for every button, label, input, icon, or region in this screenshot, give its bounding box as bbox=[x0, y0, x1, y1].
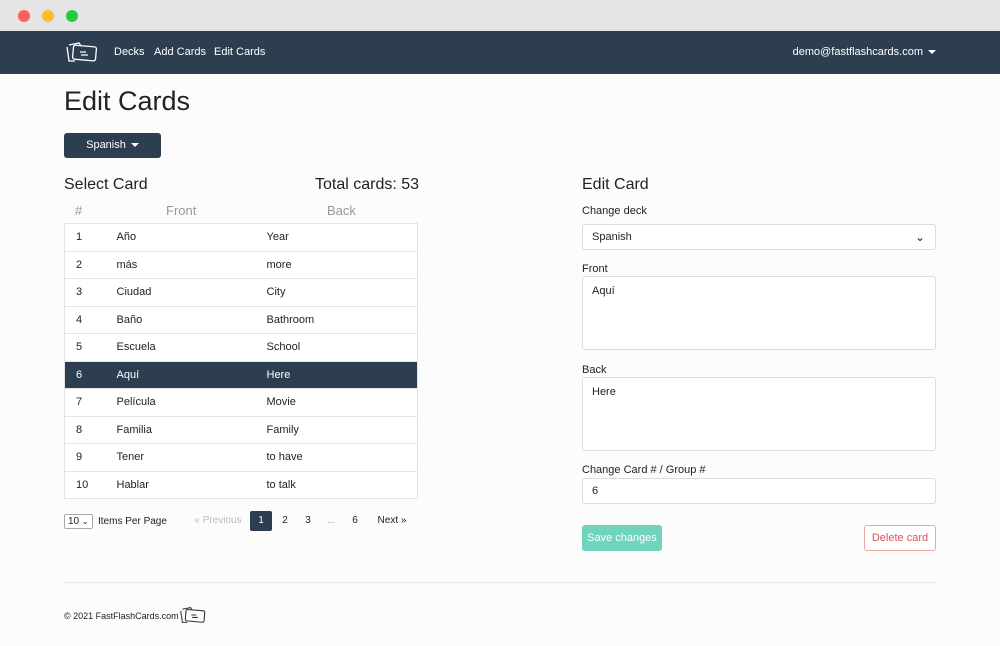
cell-front: más bbox=[116, 250, 267, 279]
table-row[interactable]: 6 Aquí Here bbox=[64, 360, 418, 389]
cell-front: Hablar bbox=[116, 470, 267, 499]
table-row[interactable]: 5 Escuela School bbox=[64, 333, 418, 361]
chevron-down-icon: ⌄ bbox=[914, 230, 925, 244]
total-cards: Total cards: 53 bbox=[315, 176, 420, 193]
cell-back: Bathroom bbox=[266, 305, 418, 334]
pagination-next[interactable]: Next » bbox=[372, 511, 412, 531]
deck-select-value: Spanish bbox=[592, 231, 632, 243]
cell-back: School bbox=[266, 333, 418, 361]
close-window-button[interactable] bbox=[18, 10, 30, 22]
cell-back: Family bbox=[266, 415, 418, 444]
navbar: Decks Add Cards Edit Cards demo@fastflas… bbox=[0, 31, 1000, 74]
cell-number: 6 bbox=[64, 360, 117, 389]
cell-front: Tener bbox=[116, 443, 267, 471]
column-header-front: Front bbox=[166, 203, 197, 218]
cell-number: 9 bbox=[64, 443, 117, 471]
pagination-page-6[interactable]: 6 bbox=[345, 511, 365, 531]
table-row[interactable]: 4 Baño Bathroom bbox=[64, 305, 418, 334]
back-textarea[interactable]: Here bbox=[582, 377, 936, 451]
table-row[interactable]: 10 Hablar to talk bbox=[64, 470, 418, 499]
cell-back: to have bbox=[266, 443, 418, 471]
front-textarea[interactable]: Aquí bbox=[582, 276, 936, 350]
caret-down-icon bbox=[130, 143, 139, 148]
items-per-page-label: Items Per Page bbox=[98, 516, 167, 527]
cell-front: Año bbox=[116, 223, 267, 251]
cell-front: Escuela bbox=[116, 333, 267, 361]
cell-number: 8 bbox=[64, 415, 117, 444]
cell-back: Year bbox=[266, 223, 418, 251]
group-number-input[interactable]: 6 bbox=[582, 478, 936, 504]
change-deck-select[interactable]: Spanish ⌄ bbox=[582, 224, 936, 250]
chevron-down-icon: ⌄ bbox=[81, 517, 89, 526]
items-per-page-value: 10 bbox=[68, 516, 80, 527]
cell-front: Película bbox=[116, 388, 267, 416]
change-deck-label: Change deck bbox=[582, 205, 647, 217]
column-header-back: Back bbox=[327, 203, 356, 218]
group-label: Change Card # / Group # bbox=[582, 464, 706, 476]
cards-table: 1 Año Year 2 más more 3 Ciudad City 4 Baño Bathroom… bbox=[64, 223, 418, 499]
cell-number: 4 bbox=[64, 305, 117, 334]
nav-decks[interactable]: Decks bbox=[114, 46, 145, 58]
nav-edit-cards[interactable]: Edit Cards bbox=[214, 46, 265, 58]
flashcards-logo-icon[interactable] bbox=[65, 41, 99, 63]
flashcards-logo-icon bbox=[180, 607, 206, 623]
deck-dropdown-button[interactable]: Spanish bbox=[64, 133, 161, 158]
footer-divider bbox=[64, 582, 936, 583]
cell-number: 3 bbox=[64, 278, 117, 306]
table-row[interactable]: 2 más more bbox=[64, 250, 418, 279]
cell-number: 10 bbox=[64, 470, 117, 499]
cell-back: Movie bbox=[266, 388, 418, 416]
items-per-page-select[interactable]: 10 ⌄ bbox=[64, 514, 93, 529]
cell-number: 7 bbox=[64, 388, 117, 416]
pagination-page-3[interactable]: 3 bbox=[298, 511, 318, 531]
column-header-number: # bbox=[75, 203, 83, 218]
front-label: Front bbox=[582, 263, 608, 275]
page-title: Edit Cards bbox=[64, 86, 191, 116]
user-menu[interactable]: demo@fastflashcards.com bbox=[793, 46, 936, 58]
cell-back: City bbox=[266, 278, 418, 306]
cell-front: Familia bbox=[116, 415, 267, 444]
caret-down-icon bbox=[928, 50, 936, 55]
nav-add-cards[interactable]: Add Cards bbox=[154, 46, 206, 58]
table-row[interactable]: 8 Familia Family bbox=[64, 415, 418, 444]
footer-copyright: © 2021 FastFlashCards.com bbox=[64, 611, 179, 621]
cell-back: to talk bbox=[266, 470, 418, 499]
cell-number: 2 bbox=[64, 250, 117, 279]
cell-back: Here bbox=[266, 360, 418, 389]
pagination-ellipsis: ... bbox=[326, 515, 336, 526]
cell-number: 1 bbox=[64, 223, 117, 251]
table-row[interactable]: 9 Tener to have bbox=[64, 443, 418, 471]
pagination-page-2[interactable]: 2 bbox=[275, 511, 295, 531]
cell-front: Aquí bbox=[116, 360, 267, 389]
cell-back: more bbox=[266, 250, 418, 279]
table-row[interactable]: 1 Año Year bbox=[64, 223, 418, 251]
back-label: Back bbox=[582, 364, 607, 376]
maximize-window-button[interactable] bbox=[66, 10, 78, 22]
cell-front: Ciudad bbox=[116, 278, 267, 306]
cell-front: Baño bbox=[116, 305, 267, 334]
minimize-window-button[interactable] bbox=[42, 10, 54, 22]
window-chrome bbox=[0, 0, 1000, 31]
pagination-previous[interactable]: « Previous bbox=[190, 511, 246, 531]
table-row[interactable]: 7 Película Movie bbox=[64, 388, 418, 416]
user-email: demo@fastflashcards.com bbox=[792, 46, 923, 58]
pagination-page-1[interactable]: 1 bbox=[250, 511, 272, 531]
delete-card-button[interactable]: Delete card bbox=[864, 525, 936, 551]
select-card-title: Select Card bbox=[64, 176, 148, 193]
edit-card-title: Edit Card bbox=[582, 176, 649, 193]
save-changes-button[interactable]: Save changes bbox=[582, 525, 662, 551]
table-row[interactable]: 3 Ciudad City bbox=[64, 278, 418, 306]
deck-button-label: Spanish bbox=[86, 139, 126, 151]
cell-number: 5 bbox=[64, 333, 117, 361]
